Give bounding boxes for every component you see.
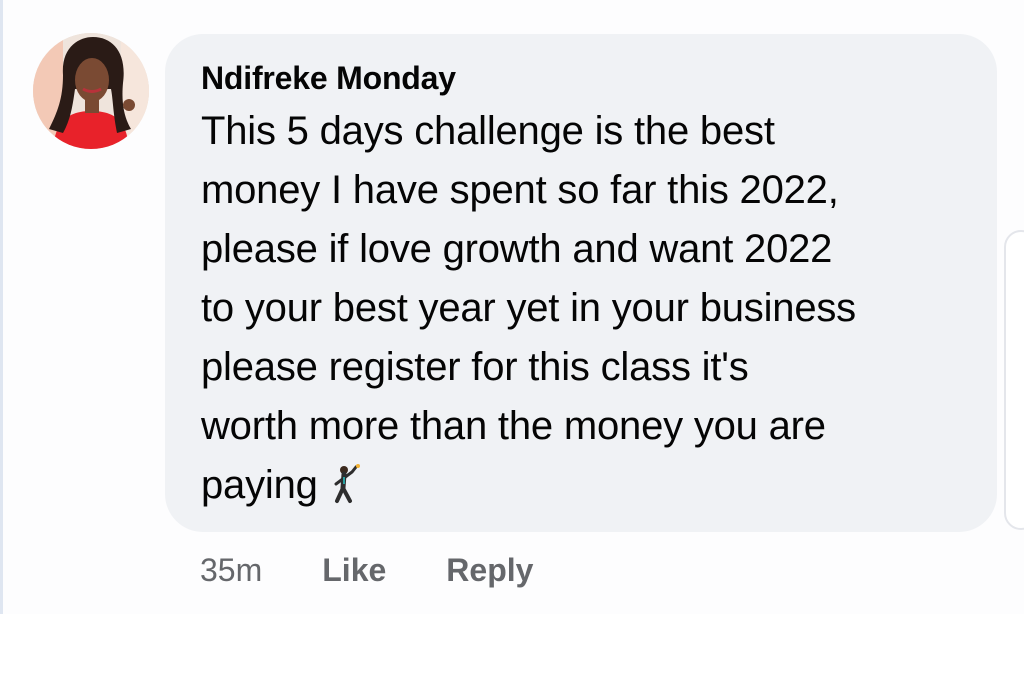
comment-body: This 5 days challenge is the best money …: [201, 102, 967, 521]
comment-text: This 5 days challenge is the best money …: [201, 109, 856, 507]
comment-author[interactable]: Ndifreke Monday: [201, 58, 967, 98]
adjacent-card-edge: [1004, 230, 1024, 530]
avatar[interactable]: [33, 33, 149, 149]
screen: Ndifreke Monday This 5 days challenge is…: [0, 0, 1024, 674]
comment-timestamp[interactable]: 35m: [200, 552, 262, 589]
reply-button[interactable]: Reply: [446, 552, 533, 589]
comment-actions: 35m Like Reply: [200, 552, 533, 589]
comment-panel: Ndifreke Monday This 5 days challenge is…: [0, 0, 1024, 614]
profile-photo: [33, 33, 149, 149]
like-button[interactable]: Like: [322, 552, 386, 589]
man-dancing-icon: [328, 462, 364, 521]
comment-bubble: Ndifreke Monday This 5 days challenge is…: [165, 34, 997, 532]
